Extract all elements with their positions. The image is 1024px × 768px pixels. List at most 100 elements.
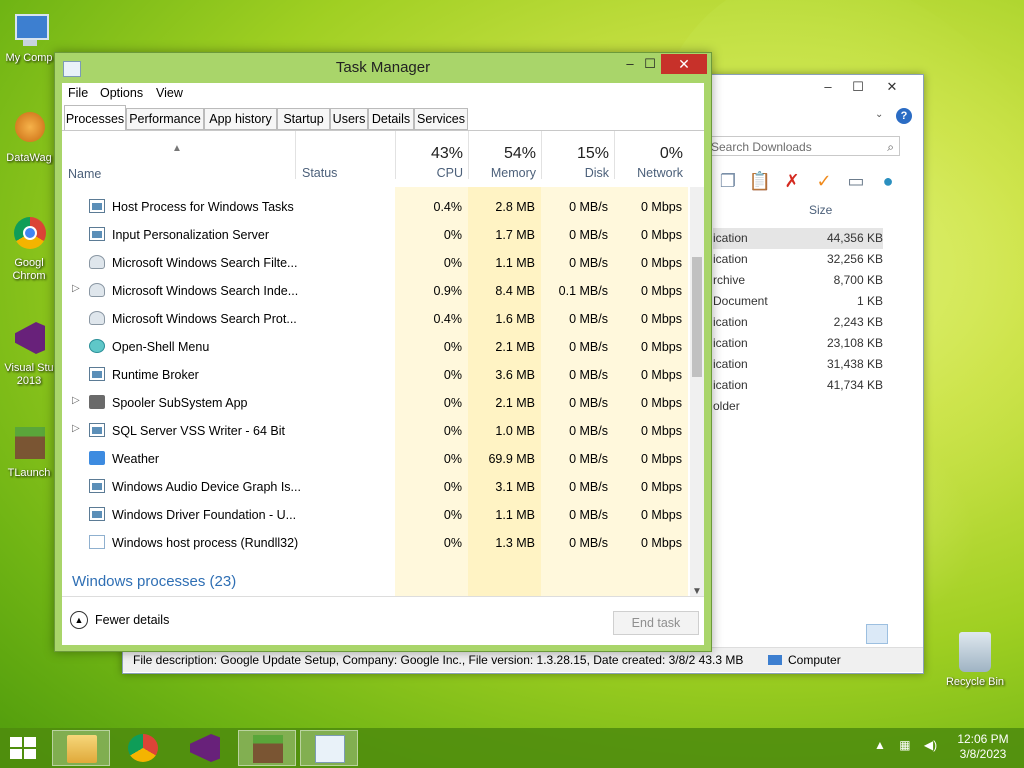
globe-icon[interactable]: ● <box>875 169 901 193</box>
process-row[interactable]: Open-Shell Menu 0% 2.1 MB 0 MB/s 0 Mbps <box>62 333 688 361</box>
tab-processes[interactable]: Processes <box>64 105 126 131</box>
column-header-name[interactable]: Name <box>68 167 101 181</box>
tab-performance[interactable]: Performance <box>126 108 204 130</box>
end-task-button[interactable]: End task <box>613 611 699 635</box>
delete-icon[interactable]: ✗ <box>779 169 805 193</box>
group-header-windows-processes[interactable]: Windows processes (23) <box>72 573 236 590</box>
task-manager-icon <box>315 735 345 763</box>
process-cpu-value: 0% <box>443 536 462 550</box>
file-row[interactable]: older <box>713 396 883 417</box>
help-icon[interactable]: ? <box>896 108 912 124</box>
process-row[interactable]: Host Process for Windows Tasks 0.4% 2.8 MB… <box>62 193 688 221</box>
minecraft-icon <box>253 735 283 763</box>
process-row[interactable]: ▷ SQL Server VSS Writer - 64 Bit 0% 1.0 MB 0… <box>62 417 688 445</box>
maximize-button[interactable]: ☐ <box>637 54 663 74</box>
start-button[interactable] <box>8 736 38 760</box>
column-header-size[interactable]: Size <box>809 203 832 217</box>
column-header-disk[interactable]: 15% Disk <box>541 131 615 180</box>
process-row[interactable]: Windows Audio Device Graph Is... 0% 3.1 MB… <box>62 473 688 501</box>
tab-details[interactable]: Details <box>368 108 414 130</box>
desktop-icon-visual-studio[interactable]: Visual Stu 2013 <box>0 320 58 388</box>
process-mem-value: 1.1 MB <box>495 508 535 522</box>
window-process-icon <box>89 199 105 213</box>
process-cpu-value: 0% <box>443 340 462 354</box>
close-button[interactable]: ✕ <box>877 77 907 97</box>
process-row[interactable]: Microsoft Windows Search Filte... 0% 1.1 M… <box>62 249 688 277</box>
process-row[interactable]: Weather 0% 69.9 MB 0 MB/s 0 Mbps <box>62 445 688 473</box>
file-row[interactable]: Document 1 KB <box>713 291 883 312</box>
details-view-icon[interactable] <box>866 624 888 644</box>
checkmark-icon[interactable]: ✓ <box>811 169 837 193</box>
file-row[interactable]: ication 44,356 KB <box>713 228 883 249</box>
taskbar-minecraft[interactable] <box>238 730 296 766</box>
process-name: Weather <box>112 452 160 466</box>
search-input[interactable]: Search Downloads ⌕ <box>708 136 900 156</box>
taskbar-visual-studio[interactable] <box>176 730 234 766</box>
expand-chevron-icon[interactable]: ▷ <box>72 395 80 406</box>
maximize-button[interactable]: ☐ <box>843 77 873 97</box>
expand-chevron-icon[interactable]: ▷ <box>72 423 80 434</box>
process-row[interactable]: Runtime Broker 0% 3.6 MB 0 MB/s 0 Mbps <box>62 361 688 389</box>
paste-icon[interactable]: 📋 <box>747 169 773 193</box>
file-row[interactable]: ication 32,256 KB <box>713 249 883 270</box>
process-cpu-value: 0.4% <box>433 200 463 214</box>
chrome-icon <box>128 734 158 762</box>
process-row[interactable]: Windows host process (Rundll32) 0% 1.3 MB 0… <box>62 529 688 557</box>
column-header-cpu[interactable]: 43% CPU <box>395 131 469 180</box>
desktop-icon-recycle-bin[interactable]: Recycle Bin <box>944 632 1006 688</box>
menu-file[interactable]: File <box>68 86 88 100</box>
desktop-icon-my-computer[interactable]: My Comp <box>0 10 58 65</box>
network-icon[interactable]: ▦ <box>899 738 910 752</box>
rename-icon[interactable]: ▭ <box>843 169 869 193</box>
column-header-network[interactable]: 0% Network <box>614 131 689 180</box>
process-mem-value: 1.6 MB <box>495 312 535 326</box>
tab-services[interactable]: Services <box>414 108 468 130</box>
chevron-down-icon[interactable]: ⌄ <box>875 109 883 120</box>
process-mem-value: 1.0 MB <box>495 424 535 438</box>
scrollbar-thumb[interactable] <box>692 257 702 377</box>
desktop-icon-datawag[interactable]: DataWag <box>0 110 58 165</box>
process-net-value: 0 Mbps <box>641 452 682 466</box>
file-row[interactable]: ication 31,438 KB <box>713 354 883 375</box>
process-row[interactable]: Input Personalization Server 0% 1.7 MB 0 MB… <box>62 221 688 249</box>
process-disk-value: 0 MB/s <box>569 452 608 466</box>
taskbar-task-manager[interactable] <box>300 730 358 766</box>
expand-chevron-icon[interactable]: ▷ <box>72 283 80 294</box>
datawag-icon <box>9 110 49 150</box>
copy-icon[interactable]: ❐ <box>715 169 741 193</box>
menu-view[interactable]: View <box>156 86 183 100</box>
desktop-icon-chrome[interactable]: Googl Chrom <box>0 215 58 283</box>
clock[interactable]: 12:06 PM 3/8/2023 <box>950 732 1016 762</box>
file-row[interactable]: ication 23,108 KB <box>713 333 883 354</box>
process-mem-value: 2.8 MB <box>495 200 535 214</box>
process-row[interactable]: ▷ Microsoft Windows Search Inde... 0.9% 8.4… <box>62 277 688 305</box>
vertical-scrollbar[interactable]: ▼ <box>690 187 704 599</box>
printer-process-icon <box>89 395 105 409</box>
view-switcher <box>866 624 912 644</box>
system-tray: ▲ ▦ ◀) <box>874 738 937 752</box>
taskbar-chrome[interactable] <box>114 730 172 766</box>
tab-users[interactable]: Users <box>330 108 368 130</box>
tab-startup[interactable]: Startup <box>277 108 330 130</box>
tab-app-history[interactable]: App history <box>204 108 277 130</box>
column-header-memory[interactable]: 54% Memory <box>468 131 542 180</box>
close-button[interactable]: ✕ <box>661 54 707 74</box>
desktop-icon-tlauncher[interactable]: TLaunch <box>0 425 58 480</box>
minimize-button[interactable]: – <box>813 77 843 97</box>
file-row[interactable]: ication 41,734 KB <box>713 375 883 396</box>
volume-icon[interactable]: ◀) <box>924 738 937 752</box>
process-row[interactable]: Microsoft Windows Search Prot... 0.4% 1.6 … <box>62 305 688 333</box>
process-row[interactable]: ▷ Spooler SubSystem App 0% 2.1 MB 0 MB/s 0 Mb… <box>62 389 688 417</box>
taskbar-file-explorer[interactable] <box>52 730 110 766</box>
large-icons-view-icon[interactable] <box>890 624 912 644</box>
desktop-icon-label: Visual Stu 2013 <box>4 362 54 387</box>
file-row[interactable]: ication 2,243 KB <box>713 312 883 333</box>
column-header-status[interactable]: Status <box>295 131 396 180</box>
status-location: Computer <box>768 653 841 667</box>
process-row[interactable]: Windows Driver Foundation - U... 0% 1.1 MB… <box>62 501 688 529</box>
show-hidden-icons-icon[interactable]: ▲ <box>874 738 886 752</box>
file-row[interactable]: rchive 8,700 KB <box>713 270 883 291</box>
footer: ▲ Fewer details End task <box>62 596 704 645</box>
task-manager-window[interactable]: Task Manager – ☐ ✕ File Options View Pro… <box>54 52 712 652</box>
menu-options[interactable]: Options <box>100 86 143 100</box>
